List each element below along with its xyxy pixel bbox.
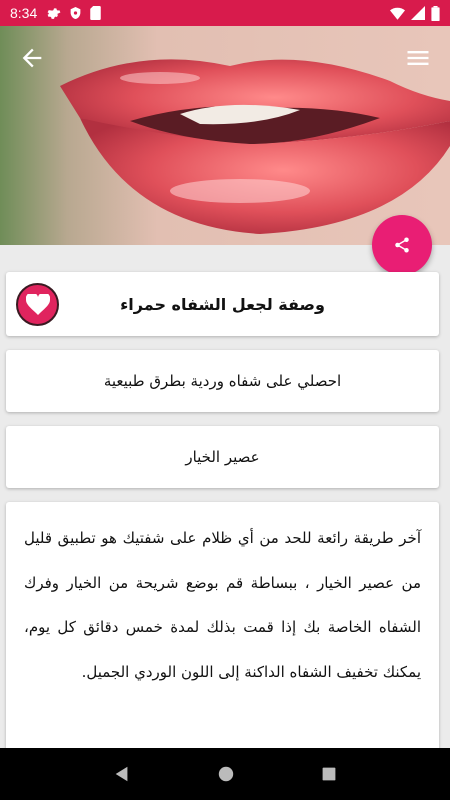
article-body: آخر طريقة رائعة للحد من أي ظلام على شفتي… — [24, 529, 421, 681]
share-button[interactable] — [372, 215, 432, 275]
wifi-icon — [390, 7, 405, 20]
header-lips-image — [0, 26, 450, 245]
status-time: 8:34 — [10, 5, 38, 21]
article-subtitle: احصلي على شفاه وردية بطرق طبيعية — [103, 372, 342, 390]
sd-card-icon — [90, 6, 101, 20]
nav-back-icon[interactable] — [113, 765, 131, 783]
share-icon — [395, 237, 409, 253]
favorite-button[interactable] — [16, 283, 59, 326]
lips-illustration — [0, 26, 450, 245]
gear-icon — [47, 8, 61, 19]
subtitle-card: احصلي على شفاه وردية بطرق طبيعية — [6, 350, 439, 412]
signal-icon — [411, 6, 425, 20]
navigation-bar — [0, 748, 450, 800]
page-title: وصفة لجعل الشفاه حمراء — [120, 294, 325, 314]
status-bar: 8:34 — [0, 0, 450, 26]
battery-icon — [431, 5, 440, 21]
nav-recents-icon[interactable] — [321, 766, 337, 782]
shield-icon — [70, 7, 81, 19]
back-arrow-icon[interactable] — [18, 44, 46, 72]
section-card: عصير الخيار — [6, 426, 439, 488]
heart-icon — [25, 293, 50, 315]
hamburger-menu-icon[interactable] — [404, 44, 432, 72]
article-body-card: آخر طريقة رائعة للحد من أي ظلام على شفتي… — [6, 502, 439, 752]
section-title: عصير الخيار — [185, 448, 260, 466]
title-card: وصفة لجعل الشفاه حمراء — [6, 272, 439, 336]
nav-home-icon[interactable] — [217, 765, 235, 783]
